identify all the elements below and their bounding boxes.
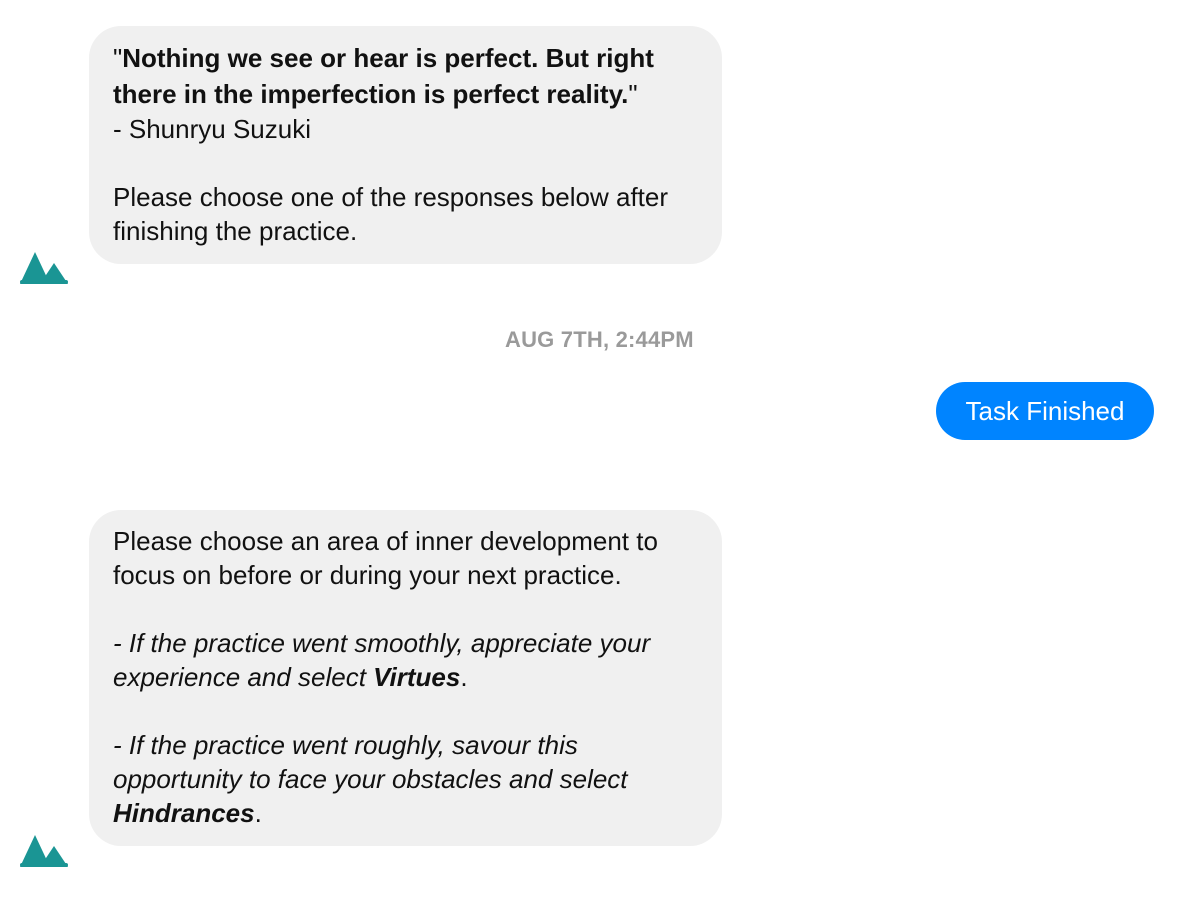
quote: "Nothing we see or hear is perfect. But … — [113, 40, 698, 112]
task-finished-reply[interactable]: Task Finished — [936, 382, 1154, 440]
bot-message-quote: "Nothing we see or hear is perfect. But … — [89, 26, 722, 264]
mountain-logo-icon — [20, 252, 68, 284]
virtues-instruction: - If the practice went smoothly, appreci… — [113, 626, 698, 694]
message-timestamp: AUG 7TH, 2:44PM — [505, 327, 694, 352]
hindrances-instruction-text: - If the practice went roughly, savour t… — [113, 730, 628, 794]
hindrances-keyword: Hindrances — [113, 798, 255, 828]
virtues-period: . — [460, 662, 468, 692]
hindrances-instruction: - If the practice went roughly, savour t… — [113, 728, 698, 830]
instruction-text: Please choose one of the responses below… — [113, 182, 669, 246]
quote-close-mark: " — [628, 79, 638, 109]
virtues-keyword: Virtues — [373, 662, 461, 692]
bot-message-choice: Please choose an area of inner developme… — [89, 510, 722, 846]
quote-text: Nothing we see or hear is perfect. But r… — [113, 43, 654, 109]
choice-intro-text: Please choose an area of inner developme… — [113, 526, 658, 590]
quote-author: - Shunryu Suzuki — [113, 114, 311, 144]
hindrances-period: . — [254, 798, 262, 828]
chat-thread: "Nothing we see or hear is perfect. But … — [0, 0, 1200, 900]
mountain-logo-icon — [20, 835, 68, 867]
quote-open-mark: " — [113, 43, 123, 73]
